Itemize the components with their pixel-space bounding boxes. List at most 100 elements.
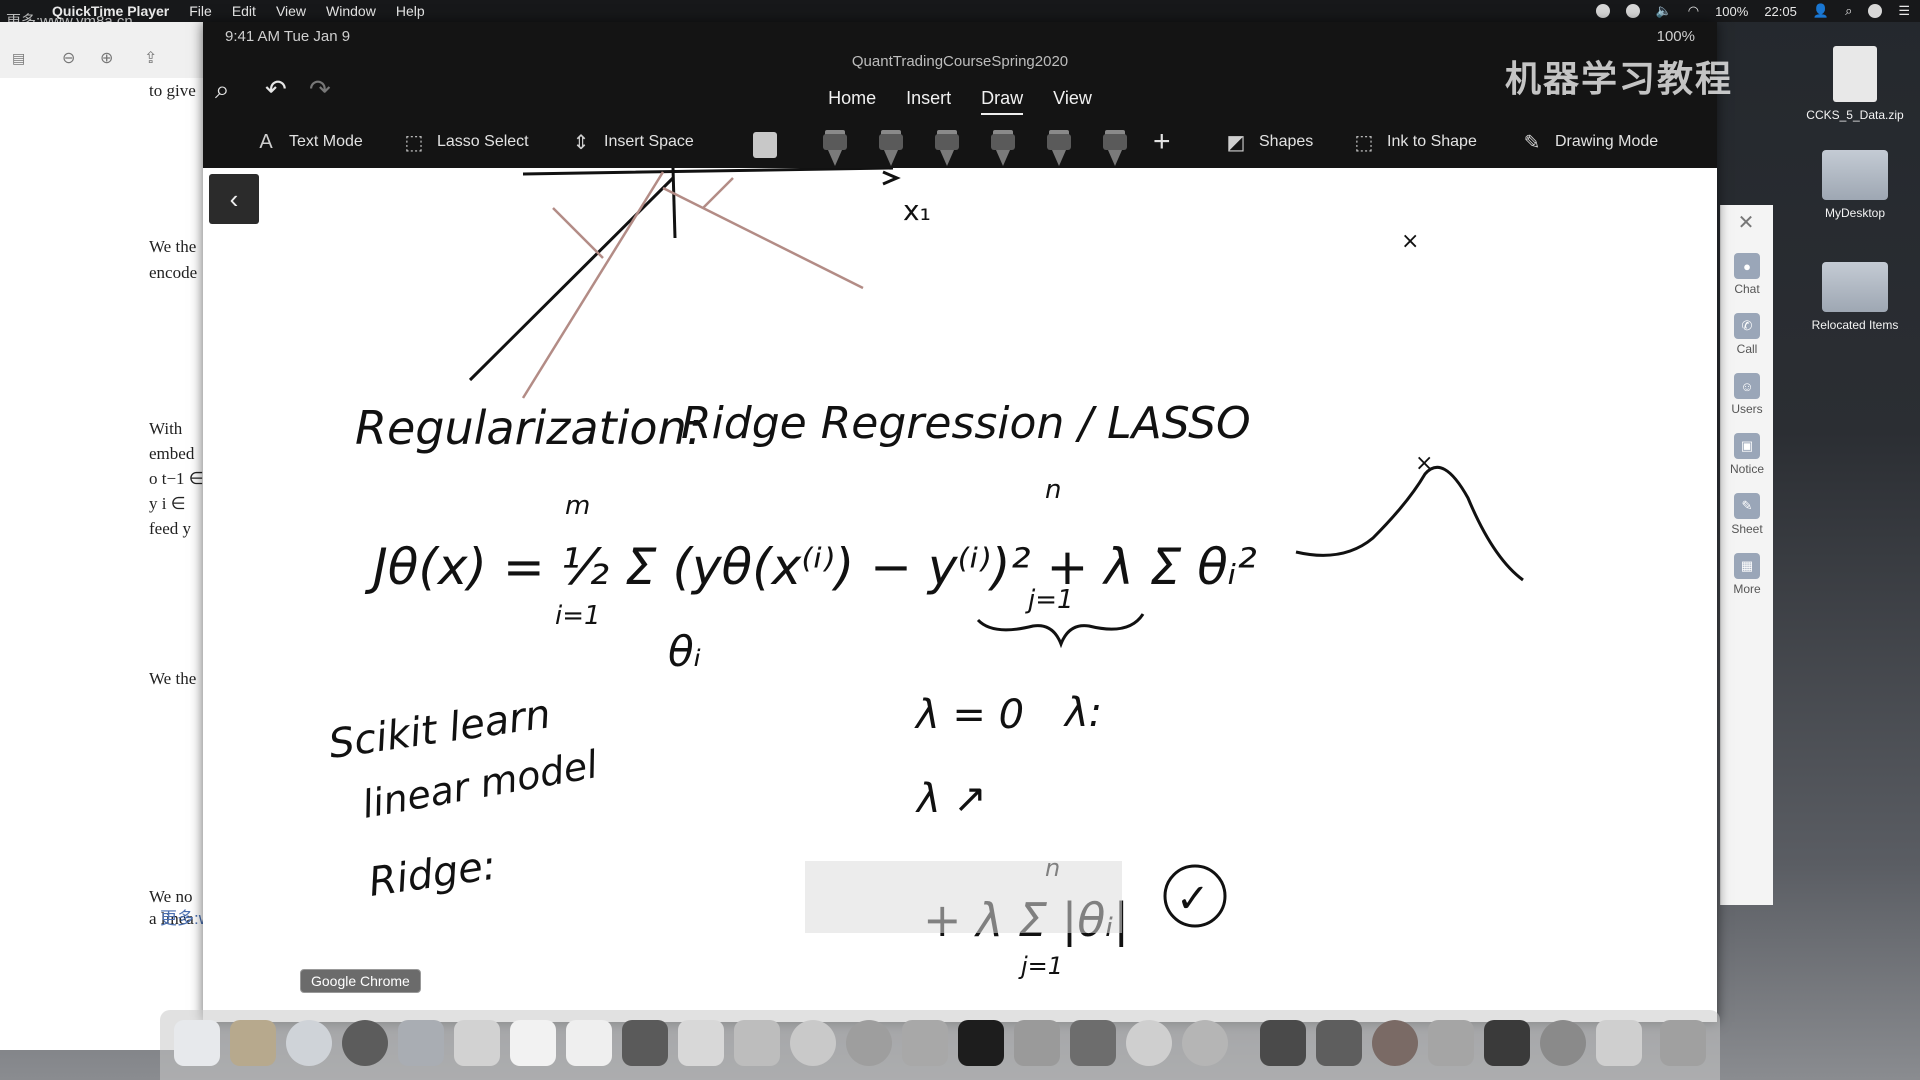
notification-center-icon[interactable]: ☰ [1898, 3, 1910, 19]
tool-label: Shapes [1259, 133, 1314, 150]
menu-file[interactable]: File [189, 3, 212, 19]
pdf-line: to give [149, 81, 196, 100]
desktop-icon-label: CCKS_5_Data.zip [1806, 108, 1904, 122]
cost-function: Jθ(x) = ½ Σ (yθ(x⁽ⁱ⁾) − y⁽ⁱ⁾)² + λ Σ θᵢ² [364, 538, 1257, 596]
tab-insert[interactable]: Insert [906, 84, 951, 115]
side-panel-sheet[interactable]: ✎ Sheet [1721, 493, 1773, 536]
r-icon[interactable] [1428, 1020, 1474, 1066]
tool-label: Insert Space [604, 133, 694, 150]
side-panel-close-icon[interactable]: ✕ [1720, 210, 1772, 236]
wechat-icon[interactable] [902, 1020, 948, 1066]
excel-icon[interactable] [1484, 1020, 1530, 1066]
preview-icon[interactable] [230, 1020, 276, 1066]
side-panel-notice[interactable]: ▣ Notice [1721, 433, 1773, 476]
menu-bar: QuickTime Player File Edit View Window H… [0, 0, 1920, 22]
pen-tool[interactable] [1100, 126, 1130, 166]
menu-window[interactable]: Window [326, 3, 376, 19]
side-panel-call[interactable]: ✆ Call [1721, 313, 1773, 356]
note-ridge: Ridge: [366, 843, 499, 906]
photos-icon[interactable] [454, 1020, 500, 1066]
status-time: 9:41 AM Tue Jan 9 [225, 28, 351, 45]
finder-icon[interactable] [174, 1020, 220, 1066]
pen-tool[interactable] [1044, 126, 1074, 166]
text-mode-icon: A [259, 130, 273, 153]
note-canvas[interactable]: ‹ x₁ × Regularization: Ridge Regression … [203, 168, 1717, 1022]
side-panel-chat[interactable]: ● Chat [1721, 253, 1773, 296]
ink-to-shape-icon: ⬚ [1354, 131, 1374, 154]
spotlight-icon[interactable]: ⌕ [1845, 3, 1852, 19]
user-icon[interactable]: 👤 [1813, 3, 1829, 19]
menu-view[interactable]: View [276, 3, 306, 19]
text-mode-button[interactable]: A Text Mode [253, 122, 362, 162]
tab-draw[interactable]: Draw [981, 84, 1024, 115]
zoom-in-icon[interactable]: ⊕ [100, 48, 113, 68]
app-icon[interactable] [1070, 1020, 1116, 1066]
tab-home[interactable]: Home [828, 84, 876, 115]
lasso-select-button[interactable]: ⬚ Lasso Select [401, 122, 529, 162]
sidebar-toggle-icon[interactable]: ▤ [12, 50, 25, 67]
side-panel-more[interactable]: ▦ More [1721, 553, 1773, 596]
shapes-button[interactable]: ◩ Shapes [1223, 122, 1314, 162]
desktop-icon-zip[interactable]: CCKS_5_Data.zip [1790, 46, 1920, 122]
telegram-icon[interactable] [1126, 1020, 1172, 1066]
battery-label[interactable]: 100% [1715, 4, 1748, 19]
lambda-zero: λ = 0 [914, 692, 1024, 738]
ribbon: 9:41 AM Tue Jan 9 100% QuantTradingCours… [203, 22, 1717, 168]
podcasts-icon[interactable] [846, 1020, 892, 1066]
system-preferences-icon[interactable] [678, 1020, 724, 1066]
tray-app-icon[interactable] [1595, 4, 1610, 18]
cloud-icon[interactable] [1596, 1020, 1642, 1066]
drawing-mode-button[interactable]: ✎ Drawing Mode [1519, 122, 1659, 162]
volume-icon[interactable]: 🔈 [1656, 3, 1672, 19]
quicktime-icon[interactable] [1540, 1020, 1586, 1066]
notes-icon[interactable] [566, 1020, 612, 1066]
word-icon[interactable] [622, 1020, 668, 1066]
powerpoint-icon[interactable] [1372, 1020, 1418, 1066]
clock[interactable]: 22:05 [1764, 4, 1797, 19]
folder-icon [1822, 150, 1888, 200]
onenote-icon[interactable] [1260, 1020, 1306, 1066]
plus-icon: + [1153, 125, 1171, 158]
pdf-toolbar: ▤ ⊖ ⊕ ⇪ [0, 22, 205, 79]
highlighter-tool[interactable] [988, 126, 1018, 166]
pen-tool[interactable] [876, 126, 906, 166]
share-icon[interactable]: ⇪ [144, 48, 157, 68]
wifi-icon[interactable]: ◠ [1688, 3, 1699, 19]
menu-help[interactable]: Help [396, 3, 425, 19]
pen-tool[interactable] [932, 126, 962, 166]
tab-view[interactable]: View [1053, 84, 1092, 115]
siri-icon[interactable] [1868, 4, 1883, 18]
sum-lower-i: i=1 [555, 601, 601, 631]
desktop-icon-mydesktop[interactable]: MyDesktop [1790, 150, 1920, 220]
ink-to-shape-button[interactable]: ⬚ Ink to Shape [1351, 122, 1477, 162]
desktop-icon-label: MyDesktop [1824, 206, 1886, 220]
word-doc-icon[interactable] [1316, 1020, 1362, 1066]
safari-icon[interactable] [286, 1020, 332, 1066]
desktop-icon-relocated[interactable]: Relocated Items [1790, 262, 1920, 332]
chrome-icon[interactable] [342, 1020, 388, 1066]
insert-space-icon: ⇕ [572, 131, 590, 154]
add-pen-button[interactable]: + [1153, 122, 1171, 162]
calendar-icon[interactable] [510, 1020, 556, 1066]
tray-extension-icon[interactable] [1625, 4, 1640, 18]
textedit-icon[interactable] [734, 1020, 780, 1066]
app-icon[interactable] [1014, 1020, 1060, 1066]
fit-lines-sketch [521, 171, 864, 399]
phone-icon: ✆ [1734, 313, 1760, 339]
notice-icon: ▣ [1734, 433, 1760, 459]
sum-upper-n: n [1045, 475, 1061, 505]
blurred-region [805, 861, 1122, 933]
trash-icon[interactable] [1660, 1020, 1706, 1066]
terminal-icon[interactable] [958, 1020, 1004, 1066]
insert-space-button[interactable]: ⇕ Insert Space [568, 122, 694, 162]
music-icon[interactable] [790, 1020, 836, 1066]
menu-edit[interactable]: Edit [232, 3, 256, 19]
zoom-out-icon[interactable]: ⊖ [62, 48, 75, 68]
eraser-tool[interactable] [750, 126, 780, 166]
side-panel-users[interactable]: ☺ Users [1721, 373, 1773, 416]
grid-icon: ▦ [1734, 553, 1760, 579]
tool-label: Ink to Shape [1387, 133, 1477, 150]
launchpad-icon[interactable] [398, 1020, 444, 1066]
pen-tool[interactable] [820, 126, 850, 166]
evernote-icon[interactable] [1182, 1020, 1228, 1066]
